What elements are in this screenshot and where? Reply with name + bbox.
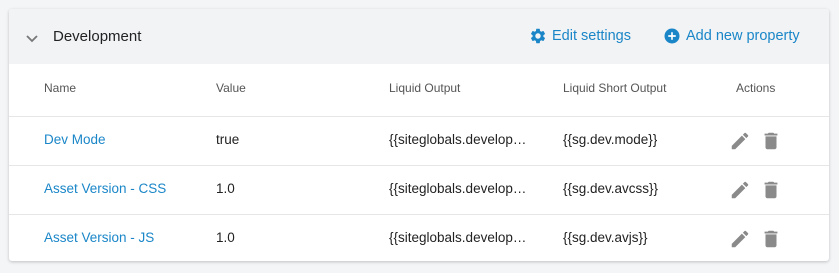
column-header-value: Value <box>216 81 246 95</box>
liquid-output: {{siteglobals.develop… <box>389 230 527 245</box>
liquid-short-output: {{sg.dev.avjs}} <box>563 230 648 245</box>
liquid-output: {{siteglobals.develop… <box>389 132 527 147</box>
column-header-name: Name <box>44 81 77 95</box>
table-row: Asset Version - CSS 1.0 {{siteglobals.de… <box>9 166 829 215</box>
table-row: Asset Version - JS 1.0 {{siteglobals.dev… <box>9 215 829 261</box>
properties-table: Name Value Liquid Output Liquid Short Ou… <box>9 64 829 261</box>
property-name-link[interactable]: Asset Version - JS <box>44 230 154 245</box>
edit-settings-label: Edit settings <box>552 28 631 44</box>
chevron-down-icon[interactable] <box>24 31 40 45</box>
liquid-output: {{siteglobals.develop… <box>389 181 527 196</box>
property-name-link[interactable]: Asset Version - CSS <box>44 181 166 196</box>
pencil-icon[interactable] <box>729 228 751 250</box>
trash-icon[interactable] <box>760 130 782 152</box>
table-header: Name Value Liquid Output Liquid Short Ou… <box>9 64 829 117</box>
column-header-liquid-output: Liquid Output <box>389 81 461 95</box>
pencil-icon[interactable] <box>729 179 751 201</box>
trash-icon[interactable] <box>760 179 782 201</box>
add-new-property-button[interactable]: Add new property <box>663 27 800 45</box>
section-header: Development Edit settings Add new proper… <box>9 9 829 64</box>
column-header-actions: Actions <box>736 81 776 95</box>
pencil-icon[interactable] <box>729 130 751 152</box>
liquid-short-output: {{sg.dev.mode}} <box>563 132 658 147</box>
edit-settings-button[interactable]: Edit settings <box>529 27 631 45</box>
plus-circle-icon <box>664 28 680 44</box>
liquid-short-output: {{sg.dev.avcss}} <box>563 181 659 196</box>
column-header-liquid-short-output: Liquid Short Output <box>563 81 667 95</box>
property-name-link[interactable]: Dev Mode <box>44 132 106 147</box>
gear-icon <box>530 28 546 44</box>
property-group-card: Development Edit settings Add new proper… <box>9 9 829 261</box>
section-title: Development <box>53 28 142 45</box>
property-value: 1.0 <box>216 230 235 245</box>
table-row: Dev Mode true {{siteglobals.develop… {{s… <box>9 117 829 166</box>
property-value: true <box>216 132 240 147</box>
property-value: 1.0 <box>216 181 235 196</box>
trash-icon[interactable] <box>760 228 782 250</box>
add-new-property-label: Add new property <box>686 28 800 44</box>
